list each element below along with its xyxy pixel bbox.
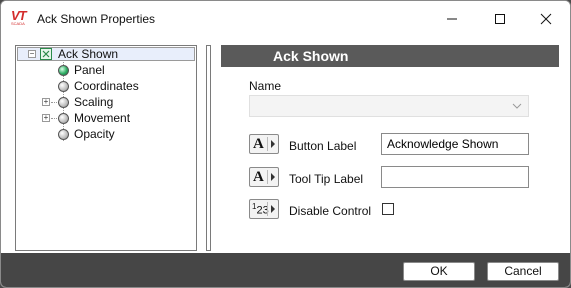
ok-button[interactable]: OK — [403, 262, 475, 281]
properties-header-title: Ack Shown — [273, 48, 349, 64]
chevron-down-icon — [512, 103, 522, 109]
button-label-input[interactable] — [381, 133, 529, 155]
pane-splitter[interactable] — [206, 45, 211, 251]
tree-item-label: Ack Shown — [58, 47, 119, 61]
button-separator — [267, 202, 268, 216]
checkbox-node-icon — [40, 48, 52, 60]
maximize-icon — [495, 14, 505, 24]
arrow-right-icon — [271, 173, 275, 181]
tree-item-coordinates[interactable]: Coordinates — [16, 78, 196, 93]
expand-icon[interactable]: + — [42, 98, 50, 106]
tree-item-panel[interactable]: Panel — [16, 62, 196, 77]
close-icon — [540, 13, 552, 25]
disable-control-label: Disable Control — [289, 204, 372, 218]
window-title: Ack Shown Properties — [37, 12, 156, 26]
app-logo: VT SCADA — [11, 8, 33, 26]
gray-ball-icon — [58, 81, 69, 92]
property-tree[interactable]: − Ack Shown Panel Coordinates + Scaling … — [15, 45, 197, 251]
tree-item-scaling[interactable]: + Scaling — [16, 94, 196, 109]
minimize-button[interactable] — [429, 1, 475, 37]
tree-item-label: Movement — [74, 111, 131, 125]
tree-item-label: Scaling — [74, 95, 114, 109]
button-label-label: Button Label — [289, 139, 357, 153]
properties-header: Ack Shown — [221, 45, 559, 67]
logo-subtext: SCADA — [11, 21, 25, 26]
button-separator — [267, 170, 268, 184]
name-label: Name — [249, 79, 282, 93]
arrow-right-icon — [271, 140, 275, 148]
maximize-button[interactable] — [477, 1, 523, 37]
arrow-right-icon — [271, 205, 275, 213]
button-separator — [267, 137, 268, 151]
tree-item-label: Opacity — [74, 127, 115, 141]
text-glyph-icon: A — [253, 169, 264, 185]
dialog-footer: OK Cancel — [1, 253, 570, 287]
button-label-text-source-button[interactable]: A — [249, 134, 279, 154]
tooltip-label-text-source-button[interactable]: A — [249, 167, 279, 187]
close-button[interactable] — [523, 1, 569, 37]
collapse-icon[interactable]: − — [28, 50, 36, 58]
tree-item-label: Coordinates — [74, 79, 139, 93]
expand-icon[interactable]: + — [42, 114, 50, 122]
properties-dialog: VT SCADA Ack Shown Properties − Ack Show… — [0, 0, 571, 288]
gray-ball-icon — [58, 97, 69, 108]
disable-control-value-source-button[interactable]: 123 — [249, 199, 279, 219]
minimize-icon — [447, 18, 457, 20]
tree-item-label: Panel — [74, 63, 105, 77]
tooltip-label-label: Tool Tip Label — [289, 172, 364, 186]
tree-item-movement[interactable]: + Movement — [16, 110, 196, 125]
tooltip-label-input[interactable] — [381, 166, 529, 188]
disable-control-checkbox[interactable] — [382, 203, 394, 215]
dialog-content: − Ack Shown Panel Coordinates + Scaling … — [1, 37, 570, 253]
tree-item-ack-shown[interactable]: − Ack Shown — [16, 46, 196, 61]
green-ball-icon — [58, 65, 69, 76]
title-bar[interactable]: VT SCADA Ack Shown Properties — [1, 1, 570, 37]
gray-ball-icon — [58, 113, 69, 124]
cancel-button[interactable]: Cancel — [487, 262, 559, 281]
gray-ball-icon — [58, 129, 69, 140]
name-dropdown[interactable] — [249, 95, 529, 117]
tree-item-opacity[interactable]: Opacity — [16, 126, 196, 141]
text-glyph-icon: A — [253, 136, 264, 152]
